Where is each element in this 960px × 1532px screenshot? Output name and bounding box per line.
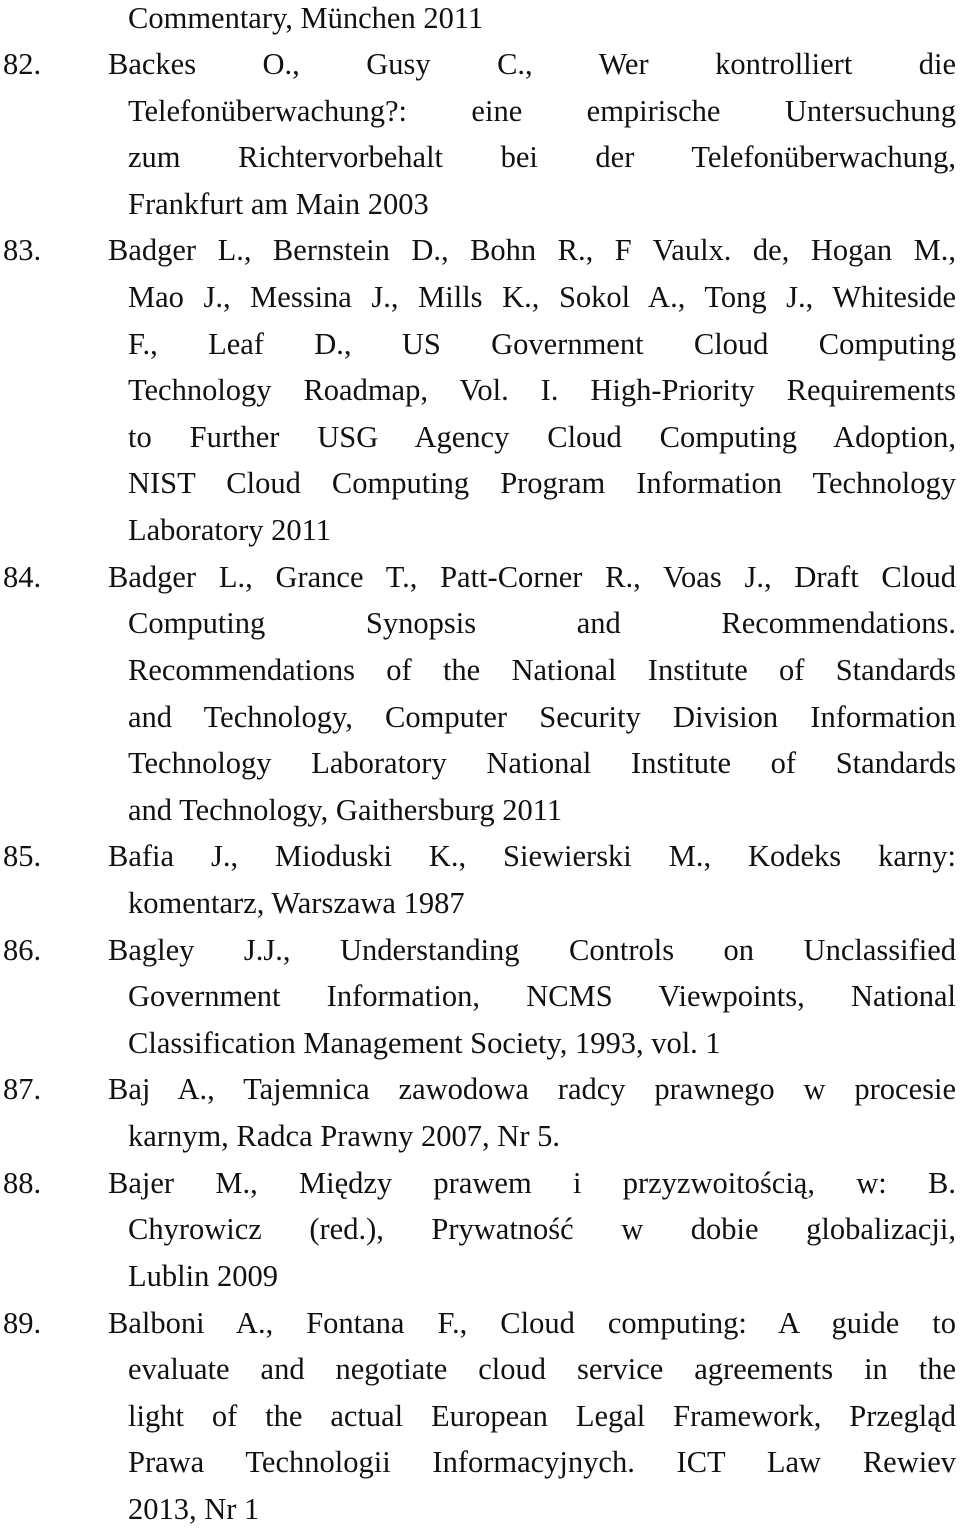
entry-line: and Technology, Gaithersburg 2011 (128, 793, 563, 827)
entry-number: 87. (3, 1072, 42, 1106)
entry-number: 84. (3, 560, 42, 594)
entry-line: Baj A., Tajemnica zawodowa radcy prawneg… (108, 1072, 956, 1106)
entry-line: Badger L., Grance T., Patt-Corner R., Vo… (108, 560, 956, 594)
entry-line: F., Leaf D., US Government Cloud Computi… (128, 327, 956, 361)
entry-number: 83. (3, 233, 42, 267)
entry-line: 2013, Nr 1 (128, 1492, 260, 1526)
entry-number: 85. (3, 839, 42, 873)
entry-number: 86. (3, 933, 42, 967)
entry-number: 89. (3, 1306, 42, 1340)
entry-number: 82. (3, 47, 42, 81)
bibliography-fragment-line: Commentary, München 2011 (128, 1, 484, 35)
entry-line: Laboratory 2011 (128, 513, 331, 547)
entry-line: karnym, Radca Prawny 2007, Nr 5. (128, 1119, 560, 1153)
entry-line: and Technology, Computer Security Divisi… (128, 700, 956, 734)
entry-line: Balboni A., Fontana F., Cloud computing:… (108, 1306, 956, 1340)
entry-line: NIST Cloud Computing Program Information… (128, 466, 956, 500)
entry-line: Bagley J.J., Understanding Controls on U… (108, 933, 956, 967)
entry-line: komentarz, Warszawa 1987 (128, 886, 465, 920)
entry-line: Government Information, NCMS Viewpoints,… (128, 979, 956, 1013)
entry-line: Telefonüberwachung?: eine empirische Unt… (128, 94, 956, 128)
entry-line: Mao J., Messina J., Mills K., Sokol A., … (128, 280, 956, 314)
entry-line: zum Richtervorbehalt bei der Telefonüber… (128, 140, 956, 174)
entry-line: Prawa Technologii Informacyjnych. ICT La… (128, 1445, 956, 1479)
bibliography-page: Commentary, München 2011 82. Backes O., … (0, 0, 960, 1530)
entry-line: Technology Laboratory National Institute… (128, 746, 956, 780)
entry-line: evaluate and negotiate cloud service agr… (128, 1352, 956, 1386)
entry-line: Chyrowicz (red.), Prywatność w dobie glo… (128, 1212, 956, 1246)
entry-line: Classification Management Society, 1993,… (128, 1026, 721, 1060)
entry-line: Bajer M., Między prawem i przyzwoitością… (108, 1166, 956, 1200)
entry-line: Technology Roadmap, Vol. I. High-Priorit… (128, 373, 956, 407)
entry-line: Badger L., Bernstein D., Bohn R., F Vaul… (108, 233, 956, 267)
entry-number: 88. (3, 1166, 42, 1200)
entry-line: Recommendations of the National Institut… (128, 653, 956, 687)
entry-line: Computing Synopsis and Recommendations. (128, 606, 956, 640)
entry-line: Lublin 2009 (128, 1259, 278, 1293)
entry-line: to Further USG Agency Cloud Computing Ad… (128, 420, 956, 454)
entry-line: Frankfurt am Main 2003 (128, 187, 429, 221)
entry-line: light of the actual European Legal Frame… (128, 1399, 956, 1433)
entry-line: Backes O., Gusy C., Wer kontrolliert die (108, 47, 956, 81)
entry-line: Bafia J., Mioduski K., Siewierski M., Ko… (108, 839, 956, 873)
